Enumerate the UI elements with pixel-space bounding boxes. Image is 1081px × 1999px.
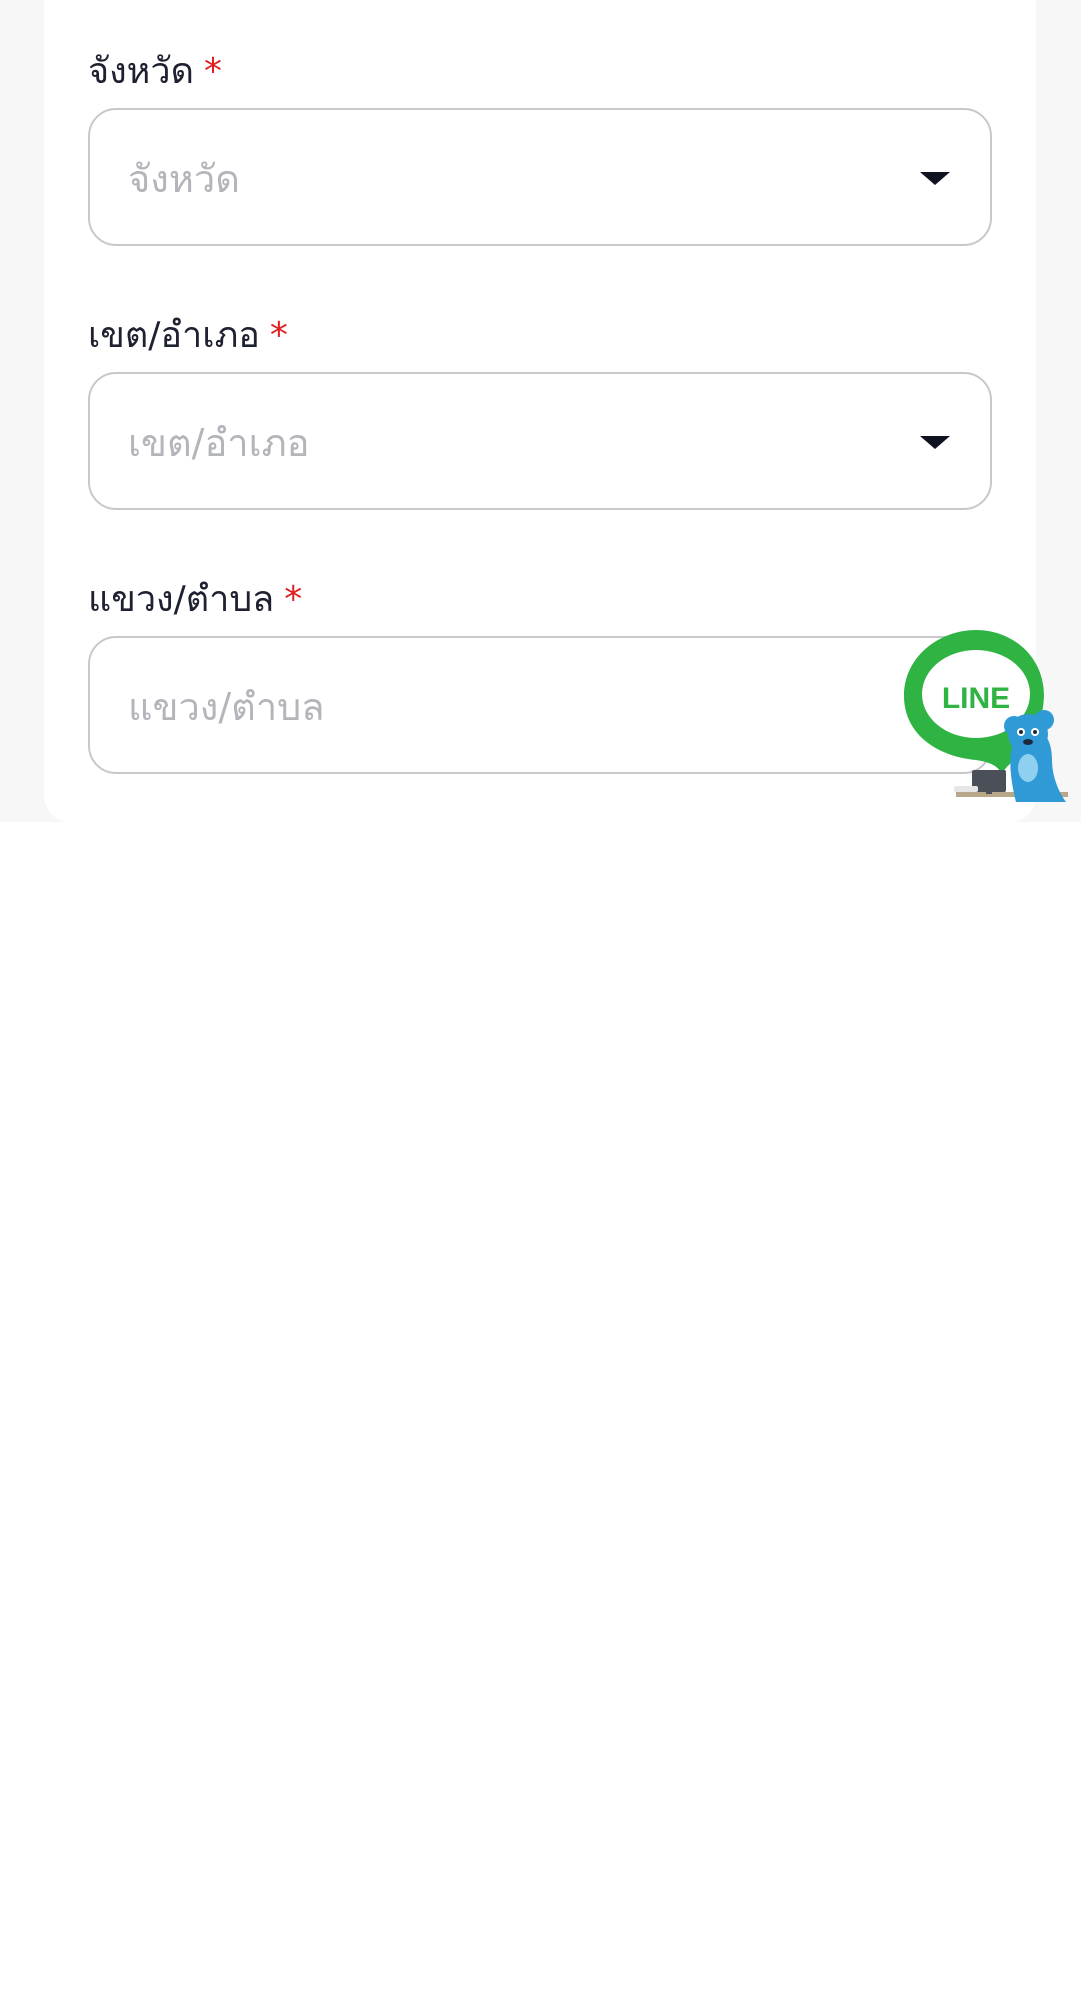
- bear-mascot-icon: [954, 710, 1068, 802]
- district-select[interactable]: เขต/อำเภอ: [88, 372, 992, 510]
- caret-down-icon: [920, 436, 950, 449]
- required-asterisk: *: [269, 315, 288, 356]
- subdistrict-label: แขวง/ตำบล *: [88, 578, 302, 622]
- district-label: เขต/อำเภอ *: [88, 314, 288, 358]
- province-select[interactable]: จังหวัด: [88, 108, 992, 246]
- province-label: จังหวัด *: [88, 50, 222, 94]
- required-asterisk: *: [284, 579, 303, 620]
- subdistrict-placeholder: แขวง/ตำบล: [128, 685, 325, 729]
- district-label-text: เขต/อำเภอ: [88, 315, 260, 356]
- caret-down-icon: [920, 172, 950, 185]
- required-asterisk: *: [204, 51, 222, 92]
- district-placeholder: เขต/อำเภอ: [128, 421, 310, 465]
- subdistrict-label-text: แขวง/ตำบล: [88, 579, 275, 620]
- line-chat-button[interactable]: LINE: [902, 628, 1072, 804]
- subdistrict-input[interactable]: แขวง/ตำบล: [88, 636, 992, 774]
- province-label-text: จังหวัด: [88, 51, 194, 92]
- province-placeholder: จังหวัด: [128, 157, 240, 201]
